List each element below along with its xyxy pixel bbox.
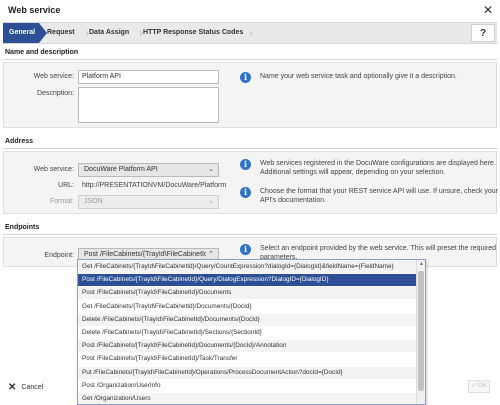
info-text-name: Name your web service task and optionall…: [260, 73, 457, 80]
cancel-button[interactable]: ✕ Cancel: [8, 382, 43, 393]
info-icon: i: [240, 72, 251, 83]
webservice-label: Web service:: [33, 73, 74, 80]
description-label: Description:: [37, 90, 74, 97]
webservice-name-input[interactable]: Platform API: [78, 70, 219, 84]
scroll-thumb[interactable]: [418, 271, 424, 391]
section-header-address: Address: [3, 135, 497, 149]
url-label: URL:: [58, 182, 74, 189]
step-data-assign[interactable]: Data Assign ›: [83, 23, 143, 43]
endpoint-option[interactable]: Delete /FileCabinets/{TrayId\FileCabinet…: [78, 327, 416, 339]
endpoint-label: Endpoint:: [44, 252, 74, 259]
endpoint-option[interactable]: Post /FileCabinets/{TrayId\FileCabinetId…: [78, 353, 416, 365]
close-icon: ✕: [8, 382, 17, 393]
endpoint-option[interactable]: Get /FileCabinets/{TrayId\FileCabinetId}…: [78, 301, 416, 313]
step-general[interactable]: General: [3, 23, 47, 43]
panel-name: Web service: Platform API Description: i…: [3, 62, 497, 128]
endpoint-option[interactable]: Delete /FileCabinets/{TrayId\FileCabinet…: [78, 313, 416, 326]
panel-address: Web service: DocuWare Platform API ⌄ URL…: [3, 151, 498, 214]
step-request-label: Request: [47, 29, 75, 36]
dialog-titlebar: Web service ✕: [0, 0, 500, 20]
format-label: Format:: [49, 198, 74, 205]
endpoint-option[interactable]: Get /FileCabinets/{TrayId\FileCabinetId}…: [78, 261, 416, 273]
step-request[interactable]: Request ›: [41, 23, 89, 43]
address-webservice-label: Web service:: [33, 166, 74, 173]
step-data-assign-label: Data Assign: [89, 29, 130, 36]
step-http-response-label: HTTP Response Status Codes: [143, 29, 244, 36]
endpoint-option[interactable]: Post /FileCabinets/{TrayId\FileCabinetId…: [78, 340, 416, 353]
endpoint-dropdown-list: Get /FileCabinets/{TrayId\FileCabinetId}…: [77, 259, 426, 405]
section-header-name: Name and description: [3, 46, 497, 60]
wizard-steps: General Request › Data Assign › HTTP Respo…: [3, 22, 497, 44]
info-icon: i: [240, 159, 251, 170]
close-icon[interactable]: ✕: [483, 3, 493, 17]
url-value: http://PRESENTATIONVM/DocuWare/Platform: [82, 182, 227, 189]
endpoint-option[interactable]: Post /Organization/UserInfo: [78, 380, 416, 392]
scroll-up-icon[interactable]: ▲: [417, 260, 425, 269]
endpoint-select-value: Post /FileCabinets/{TrayId\FileCabinetId: [84, 251, 208, 258]
endpoint-option[interactable]: Post /FileCabinets/{TrayId\FileCabinetId…: [78, 274, 416, 287]
format-select: JSON ⌄: [78, 195, 219, 209]
chevron-right-icon: ›: [249, 26, 253, 40]
webservice-select-value: DocuWare Platform API: [84, 166, 158, 173]
step-http-response[interactable]: HTTP Response Status Codes ›: [137, 23, 253, 43]
endpoint-option[interactable]: Post /FileCabinets/{TrayId\FileCabinetId…: [78, 287, 416, 300]
description-textarea[interactable]: [78, 87, 219, 123]
dialog-title: Web service: [8, 5, 61, 15]
step-general-label: General: [9, 29, 36, 36]
format-select-value: JSON: [84, 198, 103, 205]
info-text-webservices: Web services registered in the DocuWare …: [260, 160, 496, 176]
endpoint-option[interactable]: Put /FileCabinets/{TrayId\FileCabinetId}…: [78, 366, 416, 379]
info-text-format: Choose the format that your REST service…: [260, 188, 498, 204]
info-icon: i: [240, 187, 251, 198]
cancel-label: Cancel: [21, 384, 44, 391]
dropdown-scrollbar[interactable]: ▲: [416, 260, 425, 404]
webservice-select[interactable]: DocuWare Platform API ⌄: [78, 163, 219, 177]
ok-button: ✓ OK: [468, 380, 490, 393]
section-header-endpoints: Endpoints: [3, 221, 497, 235]
chevron-down-icon: ⌄: [208, 166, 214, 173]
chevron-down-icon: ⌄: [208, 198, 214, 205]
info-icon: i: [240, 244, 251, 255]
help-button[interactable]: ?: [471, 24, 495, 42]
endpoint-option[interactable]: Get /Organization/Users: [78, 393, 416, 404]
